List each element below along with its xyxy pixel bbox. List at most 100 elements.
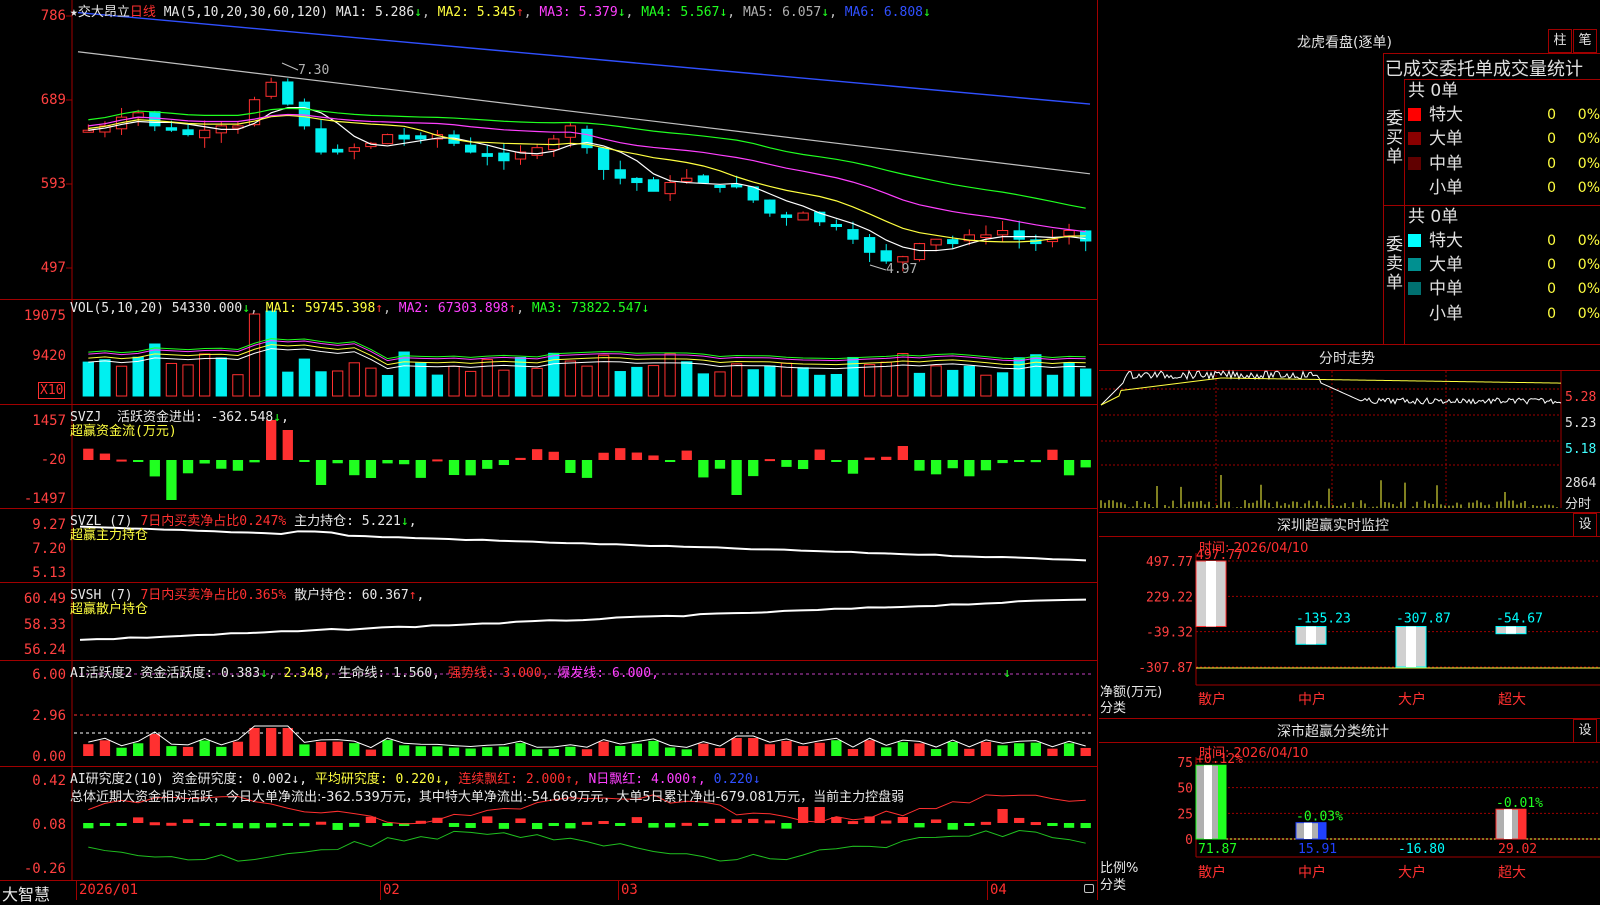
classify-bottom-value: -16.80 [1398,842,1445,857]
vol-unit: X10 [38,382,66,399]
activity-bar [498,746,510,756]
research-bar [249,823,260,829]
activity-bar [448,747,460,756]
ma2: MA2: 5.345↑ [437,5,524,20]
activity-bar [980,741,992,756]
monitor-ytick: -307.87 [1138,661,1193,676]
flow-bar [249,460,260,463]
flow-bar [398,460,410,465]
activity-bar [266,728,277,756]
classify-ytick: 25 [1177,807,1193,822]
ma1: MA1: 5.286↓ [335,5,422,20]
brand-label: 大智慧 [2,885,51,904]
svzl-ytick: 9.27 [32,517,66,533]
volume-bar [415,362,427,397]
flow-bar [149,460,160,477]
svsh-sub: 超赢散户持仓 [70,602,149,617]
volume-bar [714,371,726,397]
buy-side-label: 委买单 [1386,109,1403,167]
research-bar [349,823,360,827]
intra-ytick: 5.28 [1565,390,1597,405]
research-bar [515,818,526,823]
ai1-ytick: 2.96 [32,708,66,724]
flow-bar [182,460,194,474]
flow-bar [116,459,127,462]
bar-mode-button[interactable]: 柱 [1548,29,1572,53]
flow-bar [99,453,111,460]
volume-bar [232,374,244,397]
ma6: MA6: 6.808↓ [844,5,931,20]
activity-bar [764,744,776,756]
volume-bar [631,366,643,397]
intraday-panel[interactable]: 分时走势 5.28 5.23 5.18 2864 分时 [1099,345,1600,513]
volume-bar [332,370,344,397]
research-bar [498,823,510,829]
candle [863,237,876,253]
low-label: 4.97 [886,262,918,277]
activity-bar [897,742,908,756]
candle [332,148,344,153]
period-label[interactable]: 日线 [130,5,156,20]
candle [681,177,693,182]
candle [980,234,992,239]
stock-name: 交大昂立 [77,5,130,20]
research-bar [1030,822,1041,826]
research-bar [714,818,726,823]
flow-bar [748,460,759,477]
candle [930,238,942,246]
volume-bar [448,365,460,397]
svzj-pane[interactable]: 1457 -20 -1497 SVZJ 活跃资金进出: -362.548↓, 超… [0,405,1098,509]
activity-bar [282,728,293,756]
activity-bar [315,741,327,756]
volume-bar [282,371,294,397]
volume-bar [498,369,510,397]
classify-bar-highlight [1204,765,1212,839]
candle [880,250,892,262]
star-icon[interactable]: ★ [70,5,78,20]
classify-bar-accent [1518,809,1526,839]
research-bar [99,823,111,826]
kline-chart[interactable] [0,0,1098,299]
candle [282,81,294,105]
monitor-bar-value: 497.77 [1196,548,1243,563]
volume-bar [481,359,493,397]
lock-icon[interactable] [1084,884,1094,893]
activity-bar [714,748,726,756]
research-bar [133,817,144,823]
svzj-sub: 超赢资金流(万元) [70,424,177,439]
ma-label: MA(5,10,20,30,60,120) [163,5,329,20]
activity-bar [299,744,310,756]
svsh-pane[interactable]: 60.49 58.33 56.24 SVSH (7) 7日内买卖净占比0.365… [0,583,1098,661]
activity-bar [432,746,443,756]
tick-mode-button[interactable]: 笔 [1573,29,1597,53]
research-bar [1063,823,1075,828]
volume-pane[interactable]: 19075 9420 X10 VOL(5,10,20) 54330.000↓, … [0,300,1098,405]
activity-bar [531,749,543,756]
activity-bar [565,746,576,756]
ai-research-pane[interactable]: 0.42 0.08 -0.26 AI研究度2(10) 资金研究度: 0.002↓… [0,767,1098,881]
intraday-chart[interactable] [1099,345,1600,512]
activity-bar [182,746,194,756]
flow-bar [332,460,343,464]
activity-bar [797,746,809,756]
svzl-pane[interactable]: 9.27 7.20 5.13 SVZL (7) 7日内买卖净占比0.247% 主… [0,509,1098,583]
flow-bar [930,460,942,475]
activity-bar [581,749,593,756]
flow-bar [83,448,94,460]
activity-bar [133,743,144,756]
activity-bar [199,740,210,756]
activity-bar [881,747,892,756]
kline-pane[interactable]: 786 689 593 497 ★交大昂立日线 MA(5,10,20,30,60… [0,0,1098,300]
candle [1013,230,1025,240]
kline-ytick: 593 [40,176,66,192]
buy-row: 小单 0 0% [1408,176,1600,200]
activity-bar [964,748,975,756]
candle [315,128,327,153]
ai-activity-pane[interactable]: 6.00 2.96 0.00 AI活跃度2 资金活跃度: 0.383↓, 2.3… [0,661,1098,767]
volume-bar [464,370,477,397]
monitor-category: 超大 [1498,692,1526,708]
intra-ytick: 5.18 [1565,442,1597,457]
research-bar [299,823,310,827]
candle [614,169,626,179]
classify-chart: 75 50 25 0 +0.12% 71.87 散户 -0.03% 15.91 中户 -16.80 大… [1177,752,1600,881]
